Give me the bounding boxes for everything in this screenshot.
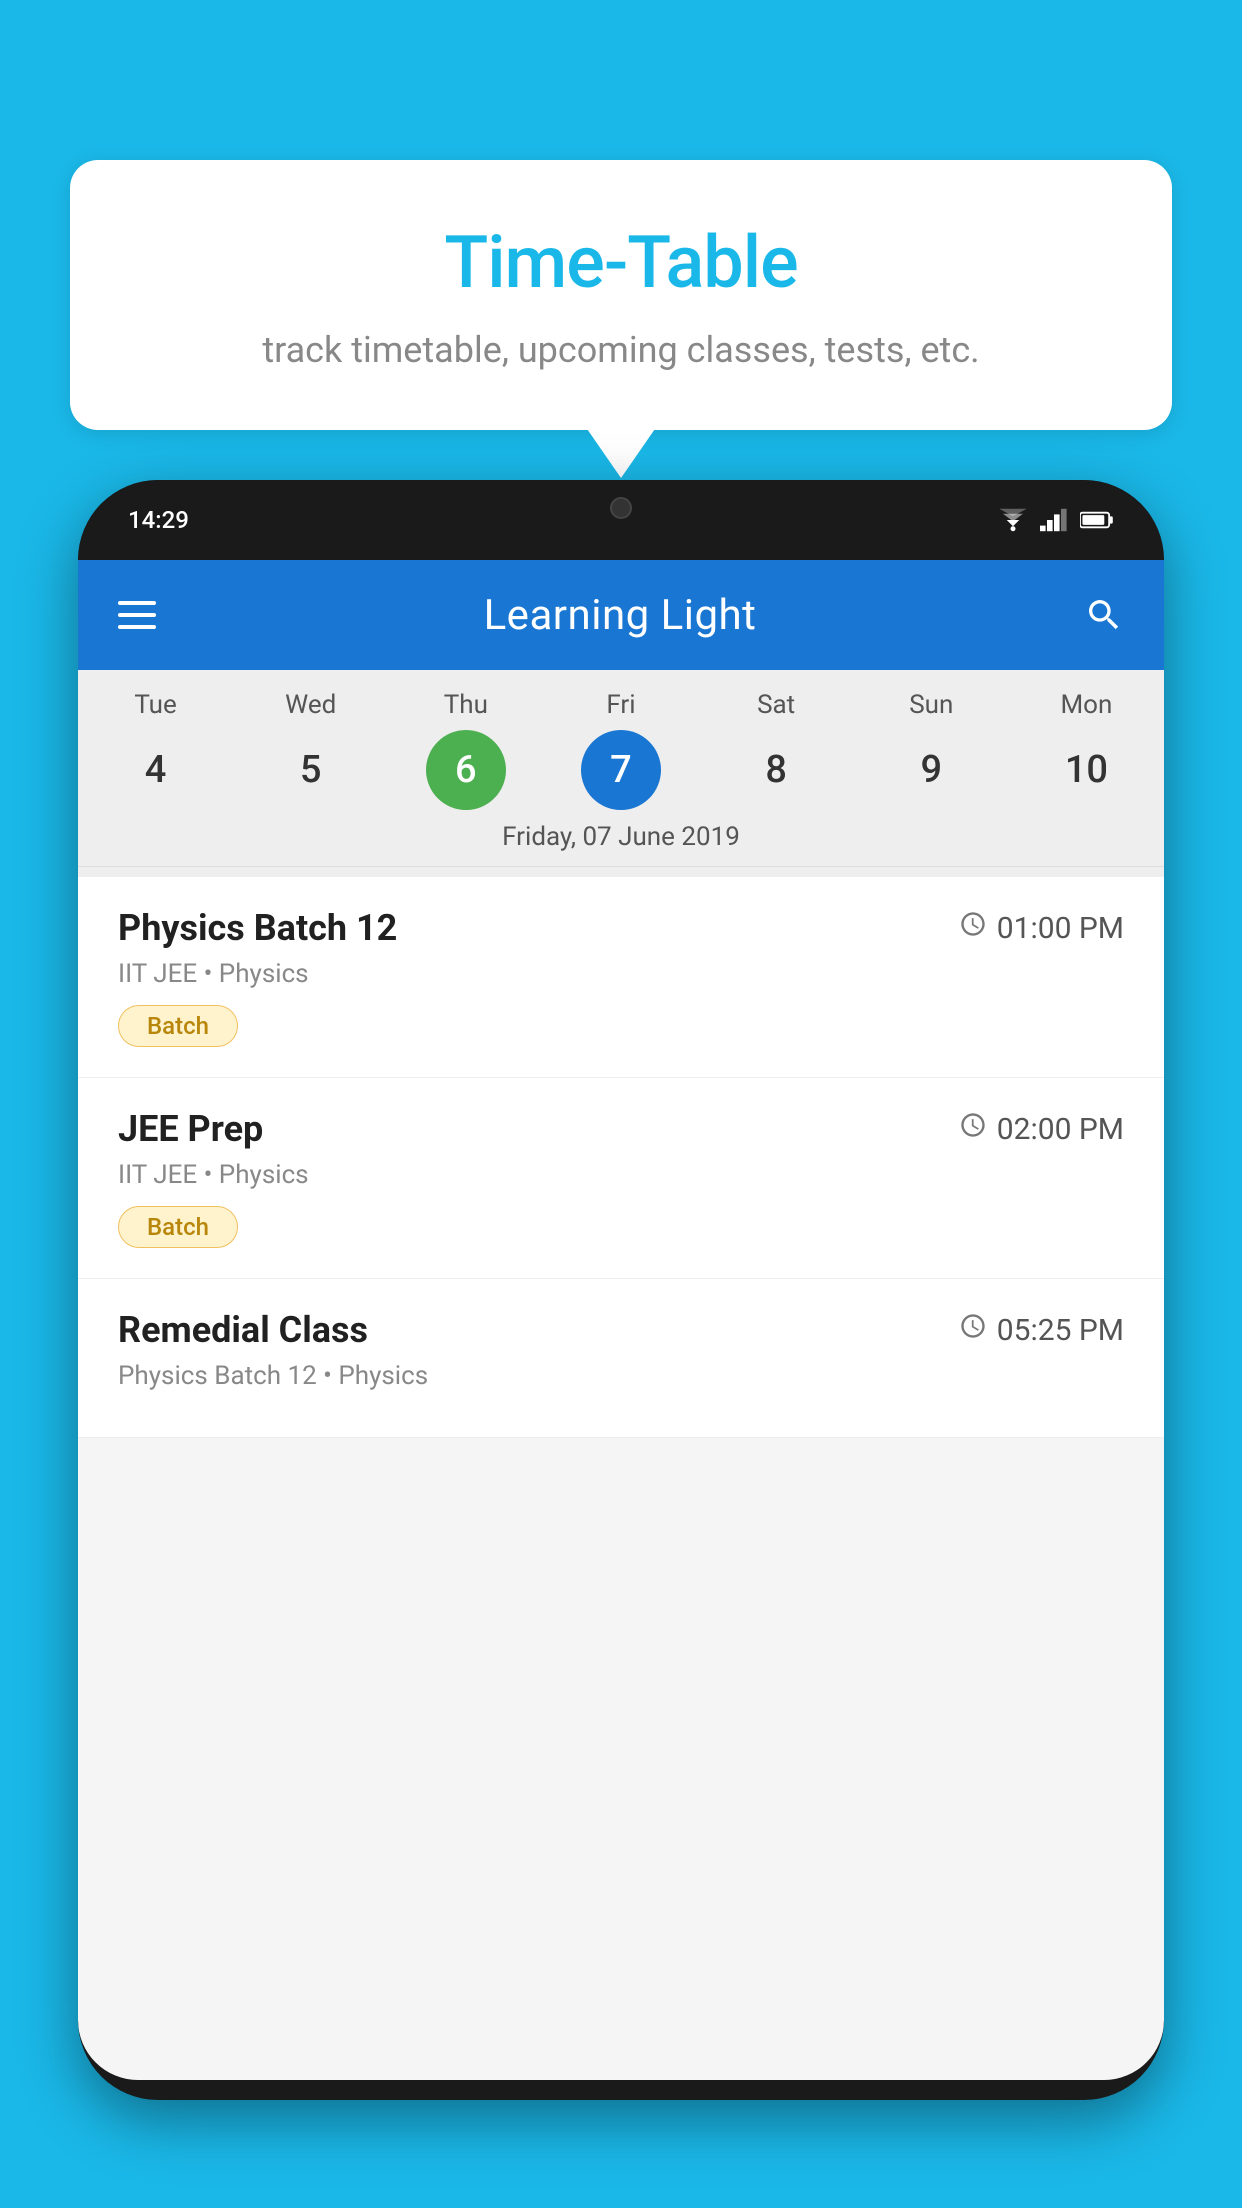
day-sat[interactable]: Sat — [699, 690, 854, 720]
date-4[interactable]: 4 — [78, 730, 233, 810]
status-time: 14:29 — [128, 506, 189, 534]
schedule-item-2-time-text: 02:00 PM — [997, 1112, 1124, 1147]
schedule-item-1-title: Physics Batch 12 — [118, 907, 397, 949]
day-tue[interactable]: Tue — [78, 690, 233, 720]
hamburger-menu-button[interactable] — [118, 601, 156, 629]
clock-icon-3 — [959, 1312, 987, 1348]
date-5[interactable]: 5 — [233, 730, 388, 810]
schedule-item-3-title: Remedial Class — [118, 1309, 368, 1351]
calendar-strip: Tue Wed Thu Fri Sat Sun Mon 4 5 6 7 8 9 … — [78, 670, 1164, 877]
schedule-item-1-badge: Batch — [118, 1005, 238, 1047]
status-icons — [998, 508, 1114, 532]
app-header: Learning Light — [78, 560, 1164, 670]
day-numbers-row: 4 5 6 7 8 9 10 — [78, 730, 1164, 810]
day-sun[interactable]: Sun — [854, 690, 1009, 720]
schedule-item-3-time: 05:25 PM — [959, 1312, 1124, 1348]
day-mon[interactable]: Mon — [1009, 690, 1164, 720]
signal-icon — [1040, 508, 1068, 532]
tooltip-card: Time-Table track timetable, upcoming cla… — [70, 160, 1172, 430]
tooltip-title: Time-Table — [140, 220, 1102, 305]
day-names-row: Tue Wed Thu Fri Sat Sun Mon — [78, 690, 1164, 720]
schedule-item-3[interactable]: Remedial Class 05:25 PM Physics Batch 12… — [78, 1279, 1164, 1438]
schedule-item-3-time-text: 05:25 PM — [997, 1313, 1124, 1348]
schedule-item-2-title: JEE Prep — [118, 1108, 263, 1150]
schedule-item-3-sub: Physics Batch 12 • Physics — [118, 1361, 1124, 1391]
tooltip-subtitle: track timetable, upcoming classes, tests… — [140, 325, 1102, 375]
schedule-item-1[interactable]: Physics Batch 12 01:00 PM IIT JEE • Phys… — [78, 877, 1164, 1078]
schedule-item-2-sub: IIT JEE • Physics — [118, 1160, 1124, 1190]
phone-container: 14:29 — [78, 480, 1164, 2208]
schedule-item-1-sub: IIT JEE • Physics — [118, 959, 1124, 989]
schedule-item-1-time: 01:00 PM — [959, 910, 1124, 946]
clock-icon-1 — [959, 910, 987, 946]
schedule-item-1-header: Physics Batch 12 01:00 PM — [118, 907, 1124, 949]
day-fri[interactable]: Fri — [543, 690, 698, 720]
schedule-list: Physics Batch 12 01:00 PM IIT JEE • Phys… — [78, 877, 1164, 1438]
search-button[interactable] — [1084, 595, 1124, 635]
front-camera — [610, 497, 632, 519]
day-thu[interactable]: Thu — [388, 690, 543, 720]
date-8[interactable]: 8 — [699, 730, 854, 810]
phone-notch — [556, 480, 686, 535]
app-title: Learning Light — [484, 591, 757, 640]
clock-icon-2 — [959, 1111, 987, 1147]
battery-icon — [1080, 509, 1114, 531]
day-wed[interactable]: Wed — [233, 690, 388, 720]
phone-frame: 14:29 — [78, 480, 1164, 2100]
schedule-item-2-time: 02:00 PM — [959, 1111, 1124, 1147]
schedule-item-3-header: Remedial Class 05:25 PM — [118, 1309, 1124, 1351]
phone-status-bar: 14:29 — [78, 480, 1164, 560]
wifi-icon — [998, 508, 1028, 532]
schedule-item-2[interactable]: JEE Prep 02:00 PM IIT JEE • Physics Batc… — [78, 1078, 1164, 1279]
schedule-item-2-header: JEE Prep 02:00 PM — [118, 1108, 1124, 1150]
date-6-today[interactable]: 6 — [426, 730, 506, 810]
date-7-selected[interactable]: 7 — [581, 730, 661, 810]
schedule-item-1-time-text: 01:00 PM — [997, 911, 1124, 946]
phone-screen: Learning Light Tue Wed Thu Fri Sat Sun M… — [78, 560, 1164, 2080]
schedule-item-2-badge: Batch — [118, 1206, 238, 1248]
date-10[interactable]: 10 — [1009, 730, 1164, 810]
selected-date-label: Friday, 07 June 2019 — [78, 822, 1164, 867]
date-9[interactable]: 9 — [854, 730, 1009, 810]
